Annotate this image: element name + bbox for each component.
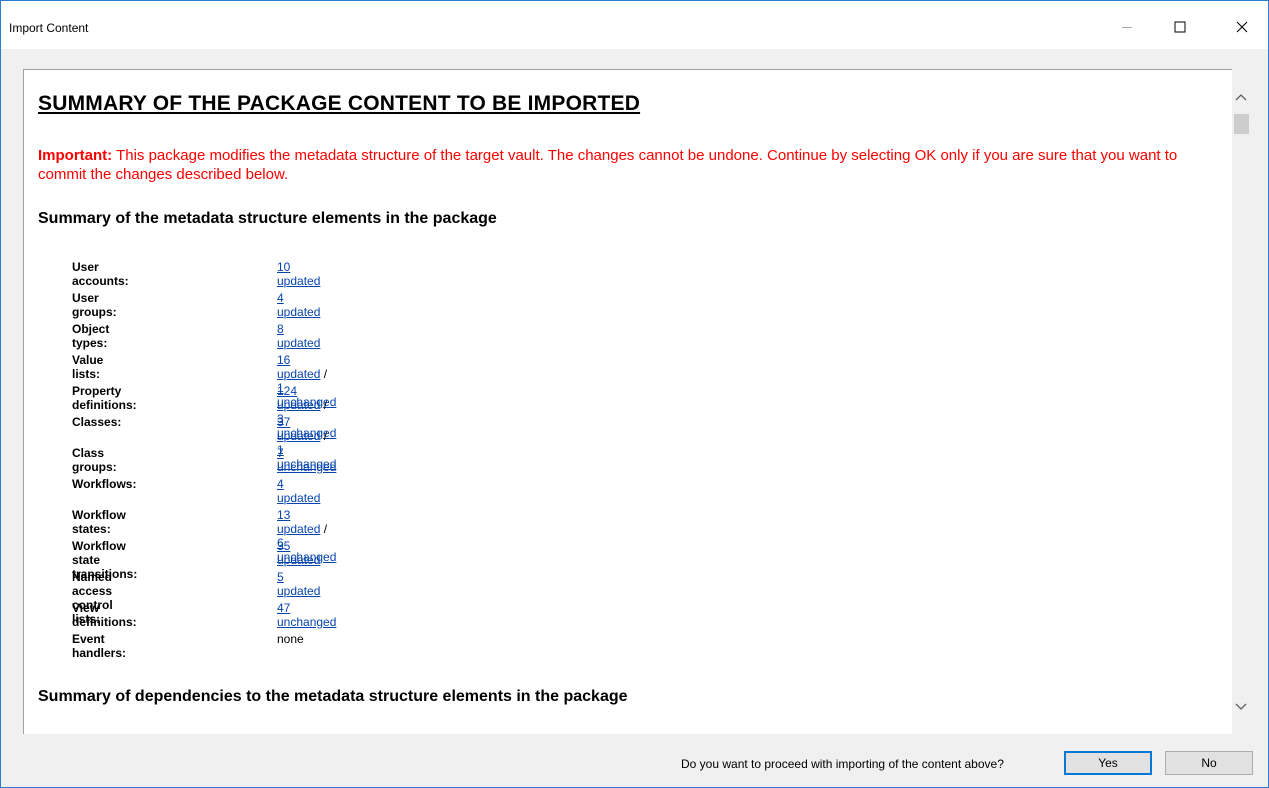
- unchanged-link[interactable]: 47 unchanged: [277, 601, 336, 629]
- section-title-dependencies: Summary of dependencies to the metadata …: [38, 688, 628, 705]
- row-value: 4 updated: [277, 477, 320, 505]
- row-label: User groups:: [72, 291, 117, 319]
- confirmation-question: Do you want to proceed with importing of…: [681, 757, 1004, 771]
- row-label: Event handlers:: [72, 632, 127, 660]
- updated-link[interactable]: 13 updated: [277, 508, 320, 536]
- chevron-down-icon: [1235, 703, 1246, 710]
- summary-content-panel[interactable]: SUMMARY OF THE PACKAGE CONTENT TO BE IMP…: [23, 69, 1232, 734]
- maximize-icon: [1174, 21, 1186, 33]
- warning-label: Important:: [38, 147, 113, 164]
- updated-link[interactable]: 35 updated: [277, 539, 320, 567]
- separator: /: [320, 522, 328, 536]
- row-value-plain: none: [277, 632, 304, 646]
- title-bar: Import Content: [1, 1, 1268, 49]
- warning-message: Important: This package modifies the met…: [38, 146, 1218, 184]
- chevron-up-icon: [1235, 93, 1246, 100]
- row-label: Property definitions:: [72, 384, 137, 412]
- row-label: View definitions:: [72, 601, 137, 629]
- updated-link[interactable]: 4 updated: [277, 291, 320, 319]
- section-title-metadata-elements: Summary of the metadata structure elemen…: [38, 210, 497, 227]
- vertical-scrollbar[interactable]: [1232, 70, 1249, 733]
- minimize-button[interactable]: [1104, 9, 1150, 45]
- row-label: Value lists:: [72, 353, 104, 381]
- scroll-down-button[interactable]: [1232, 698, 1249, 715]
- minimize-icon: [1122, 27, 1132, 28]
- separator: /: [320, 429, 328, 443]
- updated-link[interactable]: 124 updated: [277, 384, 320, 412]
- row-label: Classes:: [72, 415, 122, 429]
- row-label: Workflows:: [72, 477, 137, 491]
- no-button[interactable]: No: [1165, 751, 1253, 775]
- separator: /: [320, 398, 328, 412]
- updated-link[interactable]: 37 updated: [277, 415, 320, 443]
- row-label: Class groups:: [72, 446, 117, 474]
- unchanged-link[interactable]: 7 unchanged: [277, 446, 336, 474]
- row-label: Object types:: [72, 322, 110, 350]
- scrollbar-thumb[interactable]: [1234, 114, 1249, 134]
- yes-button[interactable]: Yes: [1064, 751, 1152, 775]
- updated-link[interactable]: 16 updated: [277, 353, 320, 381]
- warning-text: This package modifies the metadata struc…: [38, 147, 1178, 183]
- row-label: User accounts:: [72, 260, 129, 288]
- separator: /: [320, 367, 328, 381]
- row-value: 7 unchanged: [277, 446, 336, 474]
- close-icon: [1236, 21, 1248, 33]
- scroll-up-button[interactable]: [1232, 88, 1249, 105]
- updated-link[interactable]: 5 updated: [277, 570, 320, 598]
- window-title: Import Content: [9, 21, 89, 35]
- row-value: 47 unchanged: [277, 601, 336, 629]
- row-label: Workflow states:: [72, 508, 126, 536]
- updated-link[interactable]: 10 updated: [277, 260, 320, 288]
- row-value: 5 updated: [277, 570, 320, 598]
- page-title: SUMMARY OF THE PACKAGE CONTENT TO BE IMP…: [38, 92, 641, 115]
- updated-link[interactable]: 4 updated: [277, 477, 320, 505]
- row-value: 4 updated: [277, 291, 320, 319]
- maximize-button[interactable]: [1157, 9, 1203, 45]
- updated-link[interactable]: 8 updated: [277, 322, 320, 350]
- row-value: 10 updated: [277, 260, 320, 288]
- close-button[interactable]: [1219, 9, 1265, 45]
- row-value: 35 updated: [277, 539, 320, 567]
- row-value: 8 updated: [277, 322, 320, 350]
- import-content-dialog: Import Content SUMMARY OF THE PACKAGE CO…: [0, 0, 1269, 788]
